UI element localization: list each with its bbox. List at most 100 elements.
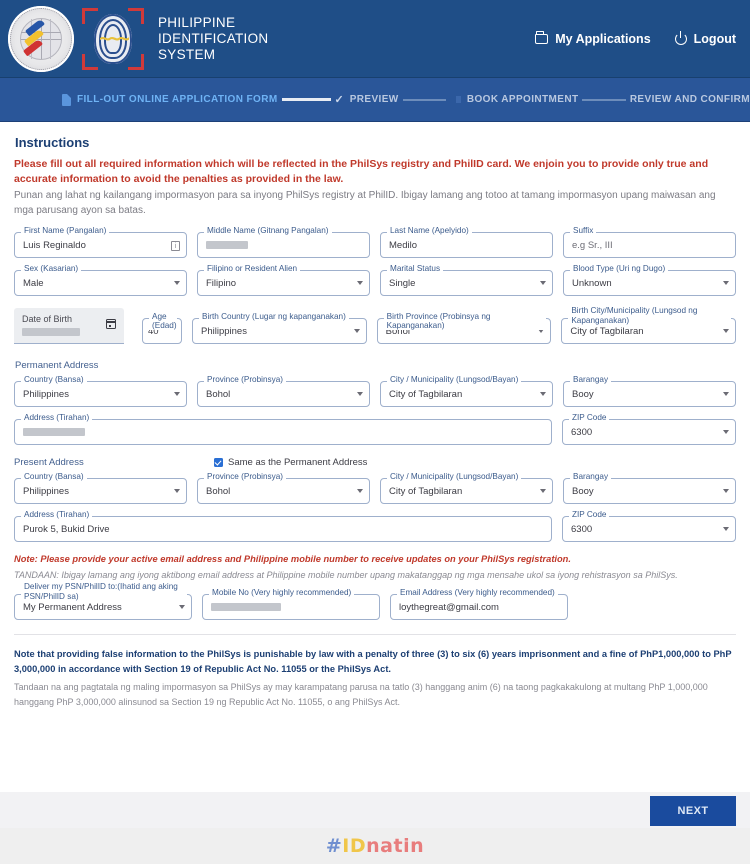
pres-address-field: Address (Tirahan) Purok 5, Bukid Drive (14, 510, 552, 542)
perm-barangay-label: Barangay (570, 375, 612, 384)
contact-note-section: Note: Please provide your active email a… (14, 552, 736, 582)
pres-barangay-select[interactable]: Booy (563, 478, 736, 504)
perm-province-select[interactable]: Bohol (197, 381, 370, 407)
date-of-birth-value-redacted (22, 328, 80, 336)
my-applications-label: My Applications (555, 31, 651, 46)
power-icon (674, 30, 687, 45)
perm-address-value-redacted (23, 428, 85, 436)
same-as-permanent-checkbox[interactable] (214, 458, 223, 467)
delivery-label: Deliver my PSN/PhilID to:(Ihatid ang aki… (21, 582, 187, 601)
marital-status-label: Marital Status (387, 264, 444, 273)
perm-province-label: Province (Probinsya) (204, 375, 286, 384)
brand-line-2: IDENTIFICATION (158, 30, 269, 46)
marital-status-select[interactable]: Single (380, 270, 553, 296)
calendar-icon[interactable] (105, 319, 116, 329)
form-row-present-address: Country (Bansa) Philippines Province (Pr… (14, 472, 736, 504)
sex-value: Male (23, 277, 44, 289)
perm-zip-select[interactable]: 6300 (562, 419, 736, 445)
birth-province-field: Birth Province (Probinsya ng Kapanganaka… (376, 312, 552, 344)
brand-line-1: PHILIPPINE (158, 14, 236, 30)
blood-type-field: Blood Type (Uri ng Dugo) Unknown (563, 264, 736, 296)
legal-text-filipino: Tandaan na ang pagtatala ng maling impor… (14, 682, 708, 707)
date-of-birth-input[interactable]: Date of Birth (14, 308, 124, 344)
chevron-down-icon (357, 392, 363, 396)
pres-zip-field: ZIP Code 6300 (562, 510, 736, 542)
philsys-fingerprint-logo: ~~~ (82, 7, 144, 70)
brand-title: PHILIPPINE IDENTIFICATION SYSTEM (158, 15, 268, 63)
citizenship-select[interactable]: Filipino (197, 270, 370, 296)
chevron-down-icon (174, 489, 180, 493)
document-icon (62, 93, 71, 106)
marital-status-value: Single (389, 277, 416, 289)
permanent-address-title: Permanent Address (15, 360, 99, 371)
step-preview[interactable]: PREVIEW (350, 94, 399, 105)
header-nav: My Applications Logout (535, 30, 736, 46)
logout-button[interactable]: Logout (674, 30, 736, 46)
pres-country-select[interactable]: Philippines (14, 478, 187, 504)
birth-country-value: Philippines (201, 325, 247, 337)
step-connector-3 (582, 98, 626, 101)
pres-province-select[interactable]: Bohol (197, 478, 370, 504)
perm-address-input[interactable] (14, 419, 552, 445)
perm-zip-field: ZIP Code 6300 (562, 413, 736, 445)
first-name-input[interactable]: Luis Reginaldo (14, 232, 187, 258)
my-applications-link[interactable]: My Applications (535, 30, 651, 46)
perm-barangay-value: Booy (572, 388, 594, 400)
middle-name-label: Middle Name (Gitnang Pangalan) (204, 226, 332, 235)
instructions-title: Instructions (15, 135, 90, 150)
step-review-and-confirm[interactable]: REVIEW AND CONFIRM (630, 94, 750, 105)
perm-country-select[interactable]: Philippines (14, 381, 187, 407)
info-icon[interactable]: i (171, 241, 180, 251)
blood-type-value: Unknown (572, 277, 612, 289)
perm-address-label: Address (Tirahan) (21, 413, 93, 422)
birth-city-value: City of Tagbilaran (570, 325, 644, 337)
present-address-title: Present Address (14, 457, 84, 468)
chevron-down-icon (174, 281, 180, 285)
sex-select[interactable]: Male (14, 270, 187, 296)
pres-zip-value: 6300 (571, 523, 593, 535)
pres-zip-select[interactable]: 6300 (562, 516, 736, 542)
sex-field: Sex (Kasarian) Male (14, 264, 187, 296)
middle-name-input[interactable] (197, 232, 370, 258)
perm-province-value: Bohol (206, 388, 231, 400)
age-field: Age (Edad) 40 (142, 312, 182, 344)
pres-city-select[interactable]: City of Tagbilaran (380, 478, 553, 504)
perm-barangay-select[interactable]: Booy (563, 381, 736, 407)
perm-zip-value: 6300 (571, 426, 593, 438)
birth-country-select[interactable]: Philippines (192, 318, 367, 344)
birth-city-field: Birth City/Municipality (Lungsod ng Kapa… (561, 306, 737, 344)
step-fill-out-form[interactable]: FILL-OUT ONLINE APPLICATION FORM (62, 93, 278, 106)
pres-province-label: Province (Probinsya) (204, 472, 286, 481)
chevron-down-icon (723, 527, 729, 531)
site-header: ~~~ PHILIPPINE IDENTIFICATION SYSTEM My … (0, 0, 750, 78)
mobile-input[interactable] (202, 594, 380, 620)
step-book-appointment[interactable]: BOOK APPOINTMENT (467, 94, 579, 105)
step-connector-2 (402, 98, 446, 101)
chevron-down-icon (723, 489, 729, 493)
pres-address-input[interactable]: Purok 5, Bukid Drive (14, 516, 552, 542)
pres-province-field: Province (Probinsya) Bohol (197, 472, 370, 504)
blood-type-select[interactable]: Unknown (563, 270, 736, 296)
middle-name-value-redacted (206, 241, 248, 249)
last-name-input[interactable]: Medilo (380, 232, 553, 258)
contact-note-filipino: TANDAAN: Ibigay lamang ang iyong aktibon… (14, 570, 678, 580)
step-connector-1 (281, 98, 331, 101)
step-marker-icon (455, 96, 461, 103)
email-field: Email Address (Very highly recommended) … (390, 588, 568, 620)
perm-zip-label: ZIP Code (569, 413, 610, 422)
check-icon: ✓ (334, 94, 344, 106)
pres-address-label: Address (Tirahan) (21, 510, 93, 519)
perm-city-select[interactable]: City of Tagbilaran (380, 381, 553, 407)
next-button[interactable]: NEXT (650, 796, 736, 826)
page-content: Instructions Please fill out all require… (0, 122, 750, 709)
age-label: Age (Edad) (149, 312, 177, 330)
suffix-label: Suffix (570, 226, 597, 235)
legal-text-english: Note that providing false information to… (14, 649, 732, 674)
pres-barangay-field: Barangay Booy (563, 472, 736, 504)
marital-status-field: Marital Status Single (380, 264, 553, 296)
suffix-input[interactable]: e.g Sr., III (563, 232, 736, 258)
contact-note-english: Note: Please provide your active email a… (14, 554, 571, 564)
chevron-down-icon (357, 281, 363, 285)
chevron-down-icon (353, 329, 360, 333)
email-input[interactable]: loythegreat@gmail.com (390, 594, 568, 620)
